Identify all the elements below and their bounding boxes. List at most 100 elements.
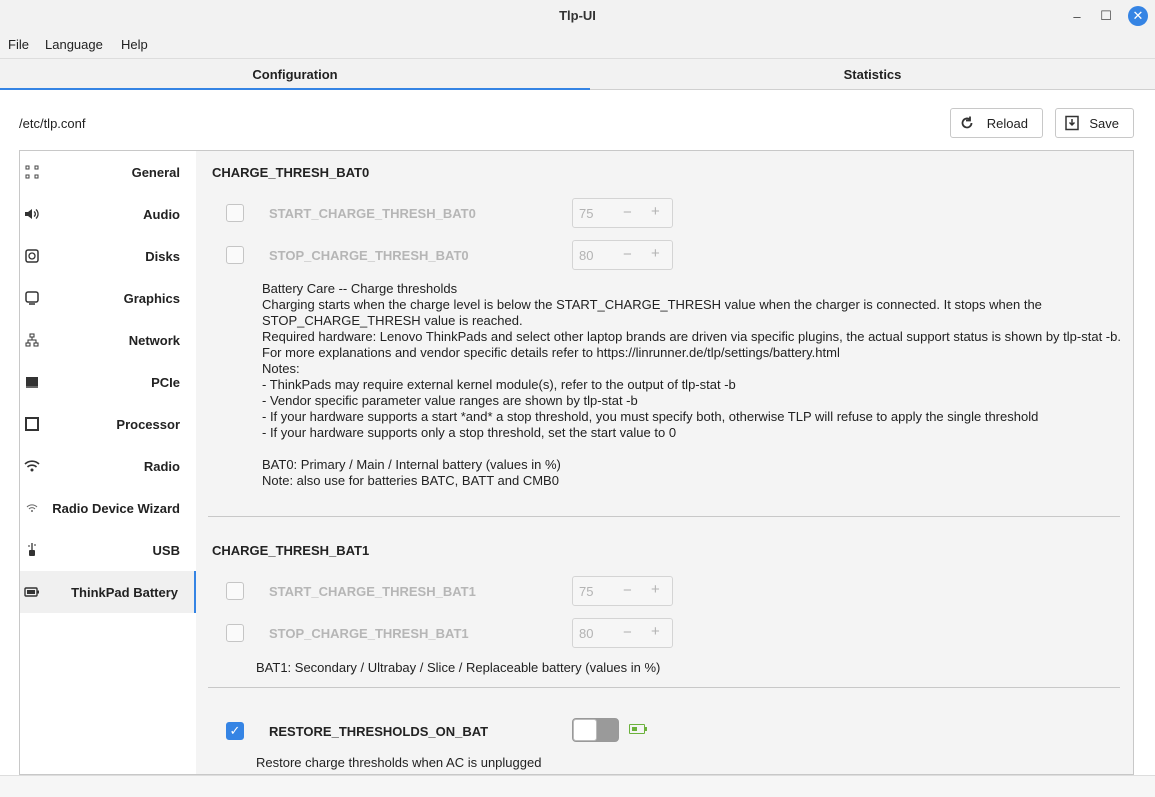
settings-panel: CHARGE_THRESH_BAT0 START_CHARGE_THRESH_B… [196, 150, 1134, 775]
sidebar-item-label: PCIe [151, 375, 180, 390]
sidebar-item-radio-device-wizard[interactable]: Radio Device Wizard [20, 487, 196, 529]
sidebar-item-label: Radio [143, 459, 180, 474]
start-thresh-bat0-label: START_CHARGE_THRESH_BAT0 [269, 206, 476, 221]
description-line: Charging starts when the charge level is… [262, 297, 1042, 328]
spinner-value: 80 [579, 248, 594, 263]
description-line: Note: also use for batteries BATC, BATT … [262, 473, 559, 488]
sidebar-item-pcie[interactable]: PCIe [20, 361, 196, 403]
sidebar-item-label: ThinkPad Battery [71, 585, 178, 600]
save-label: Save [1089, 115, 1119, 131]
sidebar-item-thinkpad-battery[interactable]: ThinkPad Battery [20, 571, 196, 613]
plus-icon[interactable]: + [651, 245, 660, 262]
divider [208, 516, 1120, 517]
minus-icon[interactable]: − [623, 246, 632, 263]
stop-thresh-bat1-checkbox[interactable] [226, 624, 244, 642]
config-file-path: /etc/tlp.conf [19, 116, 86, 131]
description-line: - If your hardware supports a start *and… [262, 409, 1039, 424]
stop-thresh-bat1-spinner[interactable]: 80 − + [572, 618, 673, 648]
window-title: Tlp-UI [559, 8, 596, 23]
section-title-bat1: CHARGE_THRESH_BAT1 [212, 543, 370, 558]
sidebar-item-label: General [131, 165, 180, 180]
minus-icon[interactable]: − [623, 624, 632, 641]
section-title-bat0: CHARGE_THRESH_BAT0 [212, 165, 370, 180]
description-line: Notes: [262, 361, 300, 376]
description-line: - If your hardware supports only a stop … [262, 425, 677, 440]
network-icon [24, 332, 40, 348]
tab-statistics[interactable]: Statistics [590, 59, 1155, 90]
description-line: BAT0: Primary / Main / Internal battery … [262, 457, 561, 472]
menu-help[interactable]: Help [121, 37, 148, 52]
reload-label: Reload [986, 115, 1028, 131]
sidebar-item-processor[interactable]: Processor [20, 403, 196, 445]
menu-language[interactable]: Language [45, 37, 103, 52]
sidebar-item-label: Radio Device Wizard [52, 501, 180, 516]
sidebar-item-label: USB [152, 543, 180, 558]
sidebar-item-general[interactable]: General [20, 151, 196, 193]
reload-button[interactable]: Reload [950, 108, 1043, 138]
start-thresh-bat1-checkbox[interactable] [226, 582, 244, 600]
save-button[interactable]: Save [1055, 108, 1134, 138]
window-bottom-edge [0, 775, 1155, 797]
bat1-note: BAT1: Secondary / Ultrabay / Slice / Rep… [256, 660, 661, 675]
minimize-icon[interactable]: – [1067, 6, 1087, 26]
restore-thresholds-toggle[interactable] [572, 718, 619, 742]
reload-icon [961, 116, 973, 129]
stop-thresh-bat0-checkbox[interactable] [226, 246, 244, 264]
pcie-icon [24, 374, 40, 390]
tab-configuration[interactable]: Configuration [0, 59, 590, 90]
description-line: - Vendor specific parameter value ranges… [262, 393, 638, 408]
sidebar-item-network[interactable]: Network [20, 319, 196, 361]
restore-thresholds-label: RESTORE_THRESHOLDS_ON_BAT [269, 724, 489, 739]
title-bar: Tlp-UI – ☐ ✕ [0, 0, 1155, 32]
divider [208, 687, 1120, 688]
spinner-value: 75 [579, 584, 594, 599]
grid-icon [24, 164, 40, 180]
tab-bar: Configuration Statistics [0, 58, 1155, 90]
battery-status-icon [629, 724, 647, 734]
minus-icon[interactable]: − [623, 582, 632, 599]
sidebar: General Audio Disks Graphics Network PCI… [19, 150, 197, 775]
save-icon [1065, 115, 1079, 131]
usb-icon [24, 542, 40, 558]
speaker-icon [24, 206, 40, 222]
restore-description: Restore charge thresholds when AC is unp… [256, 755, 542, 770]
minus-icon[interactable]: − [623, 204, 632, 221]
plus-icon[interactable]: + [651, 581, 660, 598]
sidebar-item-label: Audio [143, 207, 180, 222]
sidebar-item-disks[interactable]: Disks [20, 235, 196, 277]
sidebar-item-usb[interactable]: USB [20, 529, 196, 571]
monitor-icon [24, 290, 40, 306]
disk-icon [24, 248, 40, 264]
description-line: Required hardware: Lenovo ThinkPads and … [262, 329, 1121, 344]
menu-file[interactable]: File [8, 37, 29, 52]
restore-thresholds-checkbox[interactable]: ✓ [226, 722, 244, 740]
description-line: For more explanations and vendor specifi… [262, 345, 840, 360]
description-line [262, 441, 1127, 457]
description-line: - ThinkPads may require external kernel … [262, 377, 736, 392]
stop-thresh-bat1-label: STOP_CHARGE_THRESH_BAT1 [269, 626, 469, 641]
plus-icon[interactable]: + [651, 623, 660, 640]
start-thresh-bat0-spinner[interactable]: 75 − + [572, 198, 673, 228]
description-line: Battery Care -- Charge thresholds [262, 281, 458, 296]
close-icon[interactable]: ✕ [1128, 6, 1148, 26]
plus-icon[interactable]: + [651, 203, 660, 220]
battery-icon [24, 584, 40, 600]
spinner-value: 75 [579, 206, 594, 221]
processor-icon [24, 416, 40, 432]
bat0-description: Battery Care -- Charge thresholds Chargi… [262, 281, 1127, 489]
start-thresh-bat1-label: START_CHARGE_THRESH_BAT1 [269, 584, 476, 599]
sidebar-item-label: Graphics [123, 291, 180, 306]
radio-wizard-icon [24, 500, 40, 516]
sidebar-item-audio[interactable]: Audio [20, 193, 196, 235]
stop-thresh-bat0-label: STOP_CHARGE_THRESH_BAT0 [269, 248, 469, 263]
sidebar-item-graphics[interactable]: Graphics [20, 277, 196, 319]
sidebar-item-label: Disks [145, 249, 180, 264]
sidebar-item-radio[interactable]: Radio [20, 445, 196, 487]
stop-thresh-bat0-spinner[interactable]: 80 − + [572, 240, 673, 270]
start-thresh-bat1-spinner[interactable]: 75 − + [572, 576, 673, 606]
sidebar-item-label: Processor [116, 417, 180, 432]
wifi-icon [24, 458, 40, 474]
toggle-knob [573, 719, 597, 741]
maximize-icon[interactable]: ☐ [1096, 6, 1116, 26]
start-thresh-bat0-checkbox[interactable] [226, 204, 244, 222]
